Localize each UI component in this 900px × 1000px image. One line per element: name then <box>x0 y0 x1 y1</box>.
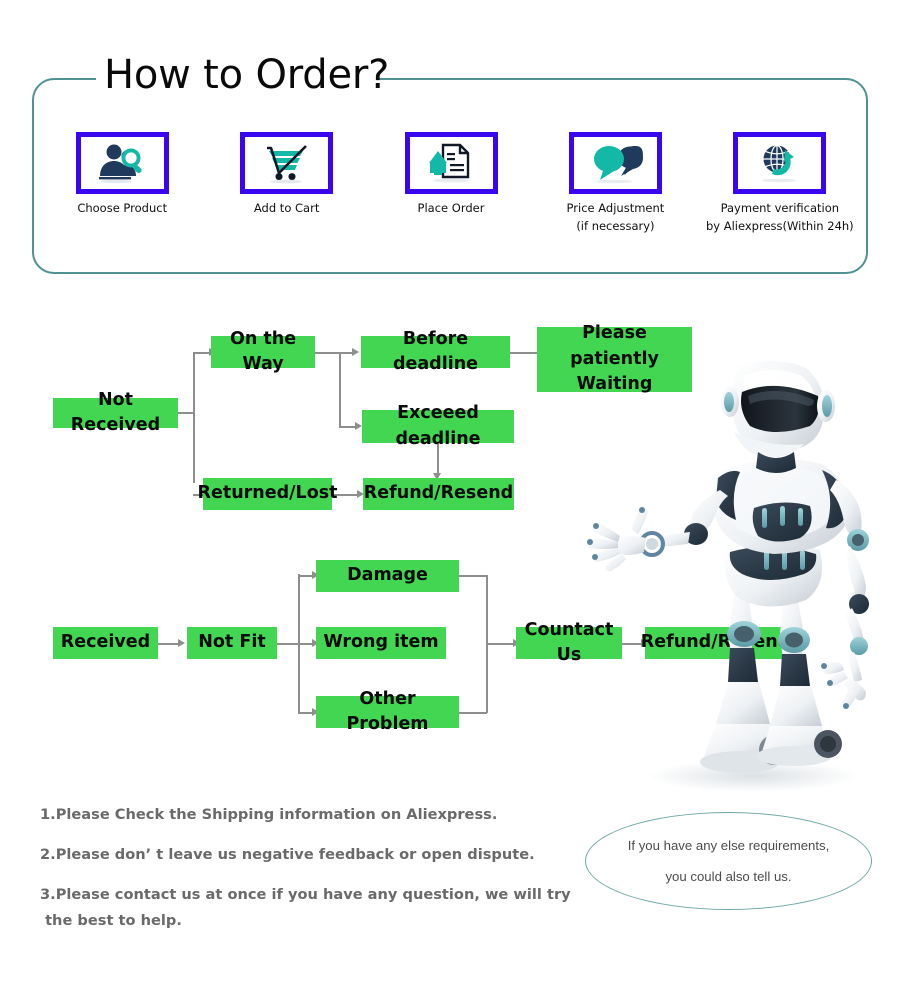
step-price-adjustment[interactable]: Price Adjustment (if necessary) <box>533 132 697 236</box>
connector <box>314 352 354 354</box>
step-label-main: Payment verification <box>720 201 840 215</box>
arrowhead <box>352 348 359 356</box>
note-item: 2.Please don’ t leave us negative feedba… <box>40 845 535 863</box>
order-steps: Choose Product Add to Cart Place Order P… <box>40 132 862 236</box>
step-icon-frame <box>568 132 662 194</box>
step-label: Choose Product <box>77 200 167 218</box>
step-label-main: Choose Product <box>77 201 168 215</box>
step-label-main: Place Order <box>417 201 485 215</box>
connector <box>486 643 516 645</box>
flow-box-wrong-item[interactable]: Wrong item <box>316 627 446 659</box>
flow-box-returned-lost[interactable]: Returned/Lost <box>198 478 338 510</box>
arrowhead <box>178 639 185 647</box>
flow-box-on-the-way[interactable]: On the Way <box>211 329 315 374</box>
page-title: How to Order? <box>104 52 390 98</box>
flow-box-other-problem[interactable]: Other Problem <box>316 689 459 734</box>
connector <box>339 352 341 427</box>
bubble-line-1: If you have any else requirements, <box>627 837 830 853</box>
step-label-sub: (if necessary) <box>576 218 655 233</box>
connector <box>459 575 487 577</box>
connector <box>178 412 194 414</box>
flow-box-not-received[interactable]: Not Received <box>53 390 178 435</box>
bottom-notes: 1.Please Check the Shipping information … <box>40 806 600 952</box>
step-label-main: Add to Cart <box>253 201 320 215</box>
flow-box-damage[interactable]: Damage <box>316 560 459 592</box>
globe-refresh-icon <box>761 144 796 183</box>
shopping-cart-icon <box>266 145 307 184</box>
step-place-order[interactable]: Place Order <box>369 132 533 236</box>
connector <box>277 643 299 645</box>
step-label: Place Order <box>418 200 485 218</box>
document-upload-icon <box>429 143 470 183</box>
step-payment-verification[interactable]: Payment verification by Aliexpress(Withi… <box>698 132 862 236</box>
bubble-line-2: you could also tell us. <box>665 869 792 884</box>
note-item: 1.Please Check the Shipping information … <box>40 806 498 823</box>
step-icon-frame <box>404 132 498 194</box>
flow-box-before-deadline[interactable]: Before deadline <box>361 329 510 374</box>
step-icon-frame <box>733 132 827 194</box>
flow-box-exceed-deadline[interactable]: Exceeed deadline <box>362 403 514 449</box>
connector <box>158 643 180 645</box>
connector <box>193 353 195 483</box>
step-label: Add to Cart <box>254 200 319 218</box>
robot-mascot-illustration <box>586 361 869 792</box>
step-add-to-cart[interactable]: Add to Cart <box>204 132 368 236</box>
requirements-speech-bubble: If you have any else requirements, you c… <box>585 812 872 910</box>
step-label: Price Adjustment (if necessary) <box>567 200 665 236</box>
step-icon-frame <box>75 132 169 194</box>
flow-box-received[interactable]: Received <box>53 627 158 659</box>
note-item: 3.Please contact us at once if you have … <box>40 885 571 903</box>
step-icon-frame <box>240 132 334 194</box>
connector <box>459 712 487 714</box>
note-item: the best to help. <box>40 911 182 929</box>
person-search-icon <box>99 144 142 184</box>
arrowhead <box>355 422 362 430</box>
flow-box-not-fit[interactable]: Not Fit <box>187 627 277 659</box>
flow-box-refund-resend-1[interactable]: Refund/Resend <box>363 478 514 510</box>
step-label-sub: by Aliexpress(Within 24h) <box>705 218 854 233</box>
speech-bubbles-icon <box>594 146 644 184</box>
step-label: Payment verification by Aliexpress(Withi… <box>706 200 854 236</box>
step-label-main: Price Adjustment <box>566 201 665 215</box>
step-choose-product[interactable]: Choose Product <box>40 132 204 236</box>
